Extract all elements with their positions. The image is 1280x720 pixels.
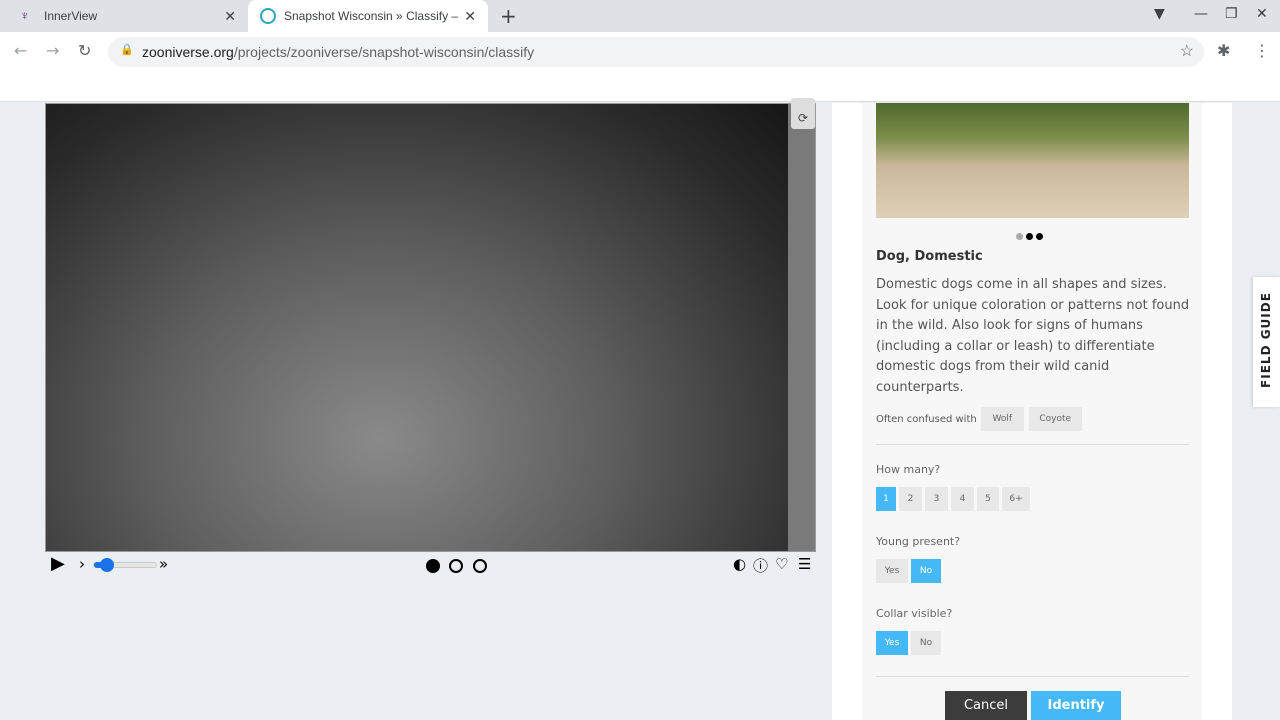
tab-snapshot-wisconsin[interactable]: Snapshot Wisconsin » Classify – ✕ xyxy=(248,0,488,32)
confused-coyote-button[interactable]: Coyote xyxy=(1028,407,1082,431)
frame-dot-3[interactable] xyxy=(473,559,487,573)
how-many-5[interactable]: 5 xyxy=(977,487,999,511)
species-detail-panel: Dog, Domestic Domestic dogs come in all … xyxy=(832,103,1232,720)
close-tab-icon[interactable]: ✕ xyxy=(464,8,476,25)
url-domain: zooniverse.org xyxy=(142,44,234,60)
how-many-label: How many? xyxy=(876,463,941,476)
url-path: /projects/zooniverse/snapshot-wisconsin/… xyxy=(233,44,535,60)
example-image-dots[interactable] xyxy=(1016,225,1046,244)
subject-viewer[interactable]: ⟳ xyxy=(45,98,816,552)
minimize-button[interactable]: — xyxy=(1194,6,1208,22)
often-confused: Often confused with Wolf Coyote xyxy=(876,407,1082,431)
tab-innerview[interactable]: ♆ InnerView ✕ xyxy=(8,0,248,32)
collar-visible-label: Collar visible? xyxy=(876,607,953,620)
favorite-heart-icon[interactable]: ♡ xyxy=(775,555,788,573)
play-icon[interactable]: ▶ xyxy=(51,553,65,574)
reset-rotate-icon[interactable]: ⟳ xyxy=(791,111,815,129)
species-name: Dog, Domestic xyxy=(876,249,983,264)
young-no[interactable]: No xyxy=(911,559,941,583)
how-many-3[interactable]: 3 xyxy=(925,487,948,511)
back-button[interactable]: ← xyxy=(14,41,27,60)
new-tab-button[interactable]: + xyxy=(500,4,517,28)
divider xyxy=(876,444,1189,445)
speed-slider[interactable] xyxy=(93,558,157,572)
extensions-icon[interactable]: ✱ xyxy=(1217,41,1230,60)
bookmark-star-icon[interactable]: ☆ xyxy=(1180,41,1194,61)
close-window-button[interactable]: ✕ xyxy=(1256,6,1268,22)
how-many-1[interactable]: 1 xyxy=(876,487,896,511)
profile-menu-icon[interactable]: ▼ xyxy=(1154,6,1165,22)
young-present-label: Young present? xyxy=(876,535,961,548)
invert-contrast-icon[interactable]: ◐ xyxy=(733,555,746,573)
young-yes[interactable]: Yes xyxy=(876,559,908,583)
forward-button[interactable]: → xyxy=(46,41,59,60)
identify-button[interactable]: Identify xyxy=(1031,691,1121,720)
tab-title: Snapshot Wisconsin » Classify – xyxy=(284,9,459,23)
frame-dot-1[interactable] xyxy=(426,559,440,573)
slow-icon[interactable]: › xyxy=(79,555,85,573)
info-icon[interactable]: ⓘ xyxy=(753,555,768,576)
young-options: Yes No xyxy=(876,559,941,583)
maximize-button[interactable]: ❐ xyxy=(1225,6,1238,22)
address-bar-row: ← → ↻ 🔒 zooniverse.org/projects/zooniver… xyxy=(0,32,1280,72)
frame-dot-2[interactable] xyxy=(449,559,463,573)
url-input[interactable]: 🔒 zooniverse.org/projects/zooniverse/sna… xyxy=(108,37,1204,67)
tab-title: InnerView xyxy=(44,9,98,23)
confused-label: Often confused with xyxy=(876,413,977,425)
browser-menu-icon[interactable]: ⋮ xyxy=(1254,41,1270,60)
fast-icon[interactable]: » xyxy=(159,555,168,573)
collar-yes[interactable]: Yes xyxy=(876,631,908,655)
camera-trap-image xyxy=(46,104,788,551)
how-many-4[interactable]: 4 xyxy=(951,487,974,511)
divider xyxy=(876,676,1189,677)
collections-list-icon[interactable]: ☰ xyxy=(798,555,811,573)
close-tab-icon[interactable]: ✕ xyxy=(224,8,236,25)
innerview-logo-icon: ♆ xyxy=(20,8,30,23)
lock-icon: 🔒 xyxy=(120,44,134,56)
reload-button[interactable]: ↻ xyxy=(78,41,91,60)
cancel-button[interactable]: Cancel xyxy=(945,691,1027,720)
field-guide-tab[interactable]: FIELD GUIDE xyxy=(1253,277,1280,407)
browser-tab-bar: ♆ InnerView ✕ Snapshot Wisconsin » Class… xyxy=(0,0,1280,32)
field-guide-label: FIELD GUIDE xyxy=(1259,292,1273,388)
how-many-options: 1 2 3 4 5 6+ xyxy=(876,487,1030,511)
species-example-image xyxy=(876,103,1189,218)
collar-no[interactable]: No xyxy=(911,631,941,655)
zooniverse-logo-icon xyxy=(260,8,276,24)
viewer-controls: ▶ › » ◐ ⓘ ♡ ☰ xyxy=(45,553,816,577)
collar-options: Yes No xyxy=(876,631,941,655)
confused-wolf-button[interactable]: Wolf xyxy=(980,407,1024,431)
page-header-strip xyxy=(0,72,1280,102)
species-description: Domestic dogs come in all shapes and siz… xyxy=(876,277,1190,395)
how-many-6-plus[interactable]: 6+ xyxy=(1002,487,1030,511)
how-many-2[interactable]: 2 xyxy=(899,487,922,511)
